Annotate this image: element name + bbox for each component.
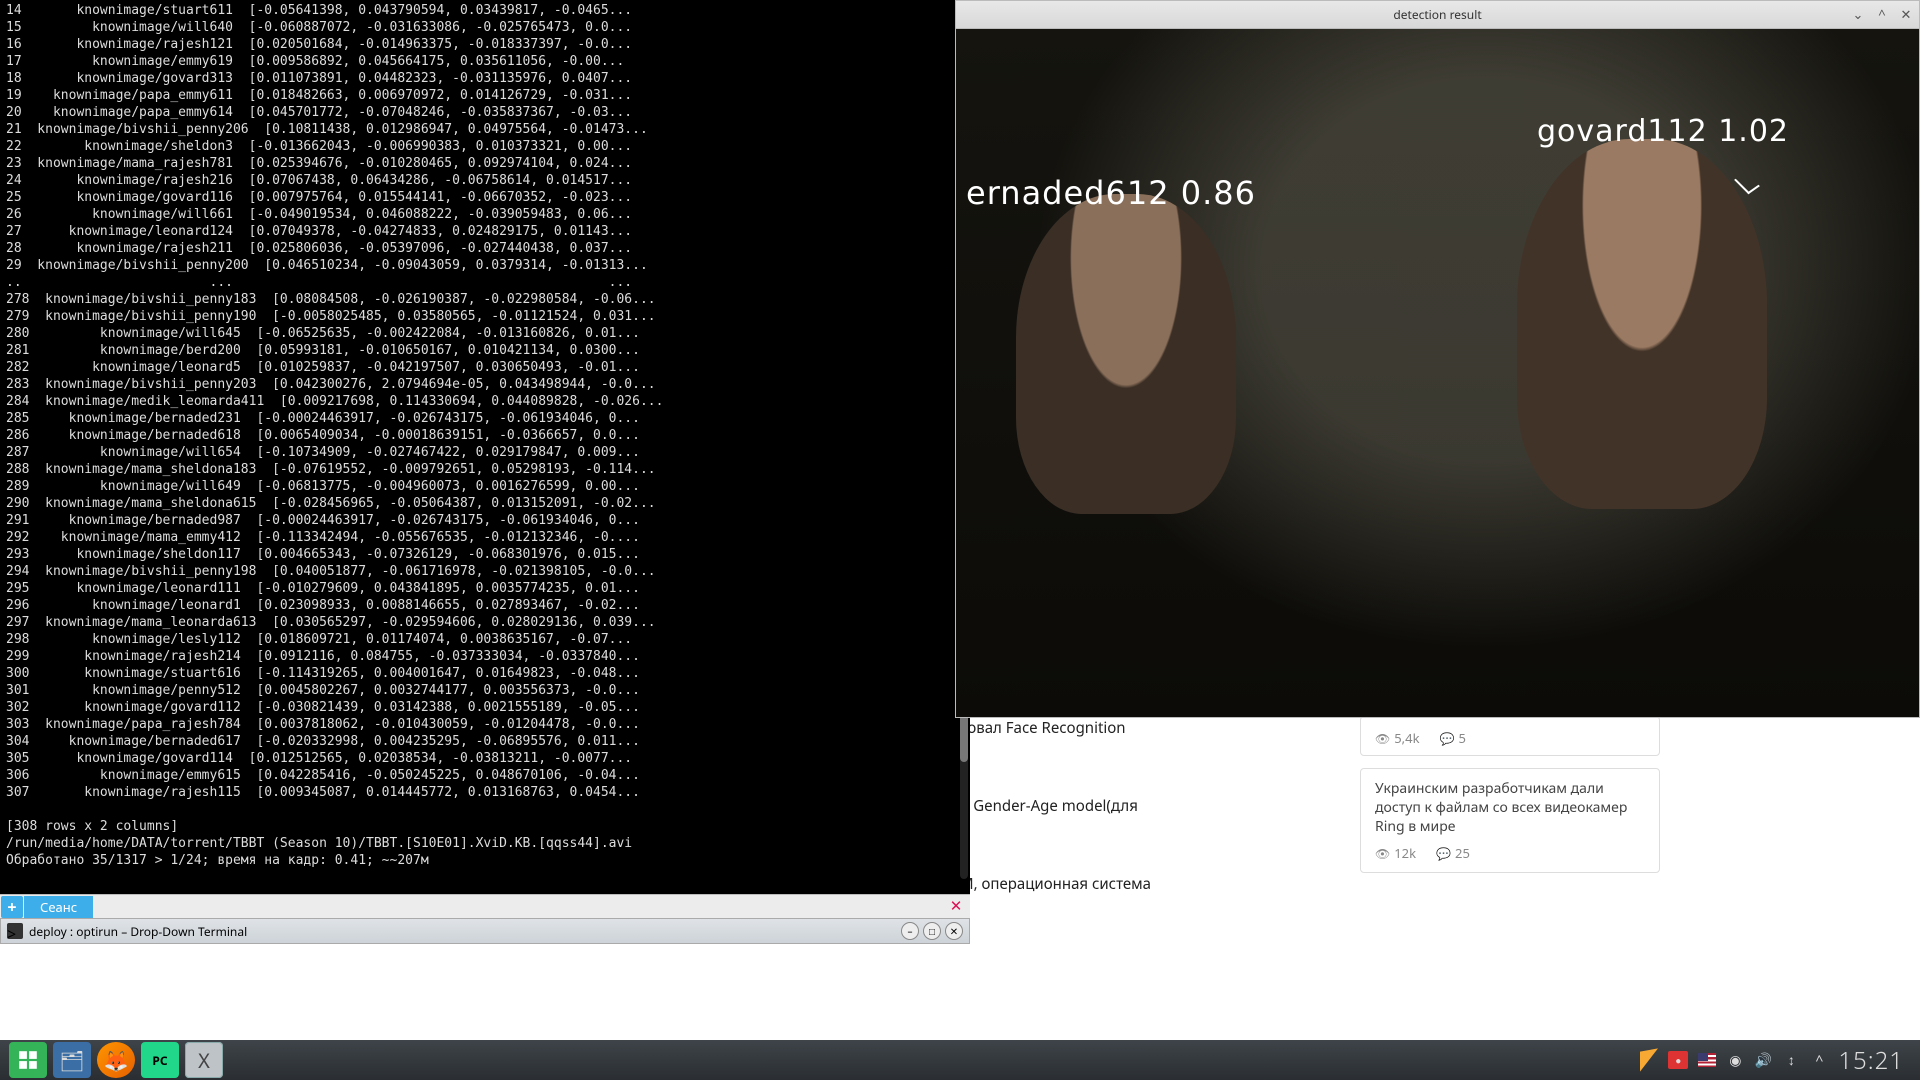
tray-expand-icon[interactable]: ^	[1810, 1052, 1828, 1068]
sidebar-cards: 5,4k 5 Украинским разработчикам дали дос…	[1360, 716, 1660, 885]
detection-window: detection result ⌄ ^ ✕ ernaded612 0.86 g…	[955, 0, 1920, 718]
detection-label-2: govard112 1.02	[1537, 114, 1789, 149]
views-count: 12k	[1375, 844, 1416, 862]
comments-count: 25	[1436, 844, 1470, 862]
terminal-output[interactable]: 14 knownimage/stuart611 [-0.05641398, 0.…	[0, 0, 960, 886]
tray-app-icon[interactable]	[1640, 1048, 1658, 1071]
maximize-button[interactable]: □	[923, 922, 941, 940]
taskbar: 🗂 🦊 PC X ● ◉ 🔊 ↕ ^ 15:21	[0, 1040, 1920, 1080]
detected-face-1	[1016, 194, 1236, 514]
file-manager-button[interactable]: 🗂	[53, 1042, 91, 1078]
terminal-tab-bar: + Сеанс ✕	[0, 894, 970, 918]
system-tray: ● ◉ 🔊 ↕ ^ 15:21	[1640, 1044, 1914, 1077]
article-side: зовал Face Recognition и Gender-Age mode…	[960, 718, 1200, 894]
detection-title-bar[interactable]: detection result ⌄ ^ ✕	[956, 1, 1919, 29]
card-item[interactable]: Украинским разработчикам дали доступ к ф…	[1360, 768, 1660, 873]
clock[interactable]: 15:21	[1838, 1044, 1904, 1077]
views-count: 5,4k	[1375, 729, 1420, 747]
terminal-window: 14 knownimage/stuart611 [-0.05641398, 0.…	[0, 0, 970, 944]
terminal-tab[interactable]: Сеанс	[24, 896, 93, 918]
terminal-icon: >	[7, 923, 23, 939]
close-button[interactable]: ✕	[945, 922, 963, 940]
detected-face-2	[1517, 139, 1767, 509]
card-item[interactable]: 5,4k 5	[1360, 716, 1660, 756]
terminal-title: deploy : optirun – Drop-Down Terminal	[29, 923, 897, 940]
wifi-icon[interactable]: ◉	[1726, 1052, 1744, 1068]
keyboard-layout-icon[interactable]	[1698, 1052, 1716, 1068]
pycharm-button[interactable]: PC	[141, 1042, 179, 1078]
detection-title: detection result	[1393, 6, 1481, 23]
detection-label-1: ernaded612 0.86	[966, 174, 1256, 212]
link-face-recognition[interactable]: Face Recognition	[1006, 718, 1126, 738]
start-menu-button[interactable]	[9, 1042, 47, 1078]
firefox-button[interactable]: 🦊	[97, 1042, 135, 1078]
card-title: Украинским разработчикам дали доступ к ф…	[1375, 779, 1645, 836]
minimize-button[interactable]: –	[901, 922, 919, 940]
bluetooth-icon[interactable]: ↕	[1782, 1052, 1800, 1068]
detection-image: ernaded612 0.86 govard112 1.02	[956, 29, 1919, 717]
minimize-button[interactable]: ⌄	[1849, 5, 1867, 23]
terminal-title-bar[interactable]: > deploy : optirun – Drop-Down Terminal …	[0, 918, 970, 944]
app-x-button[interactable]: X	[185, 1042, 223, 1078]
close-tab-button[interactable]: ✕	[946, 896, 966, 916]
volume-icon[interactable]: 🔊	[1754, 1052, 1772, 1068]
new-tab-button[interactable]: +	[1, 896, 23, 918]
tray-rec-icon[interactable]: ●	[1668, 1051, 1688, 1069]
close-button[interactable]: ✕	[1897, 5, 1915, 23]
comments-count: 5	[1440, 729, 1466, 747]
maximize-button[interactable]: ^	[1873, 5, 1891, 23]
link-gender-age[interactable]: Gender-Age model	[973, 796, 1106, 816]
